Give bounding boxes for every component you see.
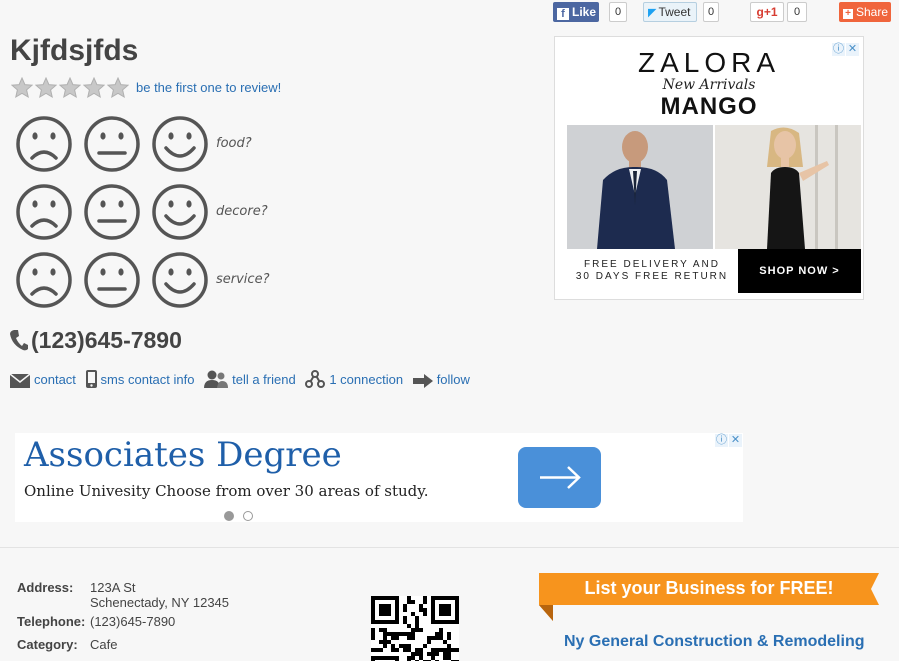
- ad-choices[interactable]: ⓘ ✕: [714, 434, 742, 447]
- gplus-count: 0: [787, 2, 807, 22]
- arrow-right-icon: [540, 466, 581, 489]
- qr-code: [371, 596, 459, 661]
- share-button[interactable]: + Share: [839, 2, 891, 22]
- tweet-count: 0: [703, 2, 719, 22]
- ad-delivery-text: FREE DELIVERY AND 30 DAYS FREE RETURN: [575, 259, 729, 282]
- address-line1: 123A St: [90, 580, 136, 595]
- action-links: contact sms contact info tell a friend 1…: [9, 370, 476, 388]
- envelope-icon: [9, 373, 31, 388]
- like-count: 0: [609, 2, 627, 22]
- ad-photo-woman: [715, 125, 861, 249]
- ad-brand: ZALORA: [637, 47, 781, 78]
- sad-face-icon[interactable]: [14, 114, 74, 174]
- follow-link[interactable]: follow: [412, 372, 470, 388]
- carousel-dot[interactable]: [224, 511, 234, 521]
- twitter-bird-icon: ◤: [648, 7, 657, 19]
- sad-face-icon[interactable]: [14, 250, 74, 310]
- tweet-button[interactable]: ◤ Tweet: [643, 2, 697, 22]
- contact-link[interactable]: contact: [9, 372, 76, 388]
- rating-row: service?: [14, 250, 314, 310]
- star-rating[interactable]: [11, 77, 131, 99]
- rating-row: food?: [14, 114, 314, 174]
- people-icon: [204, 370, 229, 388]
- neutral-face-icon[interactable]: [82, 114, 142, 174]
- happy-face-icon[interactable]: [150, 182, 210, 242]
- star-icon[interactable]: [59, 77, 81, 99]
- facebook-icon: f: [557, 8, 569, 20]
- business-name: Kjfdsjfds: [10, 34, 139, 67]
- carousel-dots: [224, 508, 262, 526]
- list-business-ribbon[interactable]: List your Business for FREE!: [539, 573, 879, 621]
- address-city-link[interactable]: Schenectady, NY 12345: [90, 595, 229, 610]
- ad-info-icon[interactable]: ⓘ: [715, 434, 728, 447]
- star-icon[interactable]: [11, 77, 33, 99]
- ad-subtitle: New Arrivals: [662, 77, 756, 93]
- google-plus-button[interactable]: g+1: [750, 2, 784, 22]
- happy-face-icon[interactable]: [150, 114, 210, 174]
- phone-number: (123)645-7890: [9, 327, 182, 354]
- plus-icon: +: [843, 9, 853, 19]
- connection-link[interactable]: 1 connection: [305, 370, 403, 388]
- happy-face-icon[interactable]: [150, 250, 210, 310]
- ad-description: Online Univesity Choose from over 30 are…: [24, 482, 429, 500]
- network-icon: [305, 370, 326, 388]
- neutral-face-icon[interactable]: [82, 182, 142, 242]
- ad-photo-man: [567, 125, 713, 249]
- star-icon[interactable]: [83, 77, 105, 99]
- ad-partner-brand: MANGO: [660, 93, 758, 120]
- sad-face-icon[interactable]: [14, 182, 74, 242]
- associates-degree-ad[interactable]: ⓘ ✕ Associates Degree Online Univesity Ch…: [15, 433, 743, 522]
- arrow-right-icon: [412, 374, 433, 388]
- star-icon[interactable]: [107, 77, 129, 99]
- telephone-label: Telephone:: [17, 614, 86, 629]
- ad-title: Associates Degree: [24, 435, 342, 475]
- section-divider: [0, 547, 899, 548]
- zalora-ad[interactable]: ⓘ ✕ ZALORA New Arrivals MANGO FREE DELIVE…: [554, 36, 864, 300]
- star-icon[interactable]: [35, 77, 57, 99]
- listing-link[interactable]: Ny General Construction & Remodeling: [564, 633, 864, 651]
- ad-arrow-button[interactable]: [518, 447, 601, 508]
- address-label: Address:: [17, 580, 74, 595]
- phone-icon: [10, 330, 28, 351]
- facebook-like-button[interactable]: f Like: [553, 2, 599, 22]
- sms-contact-link[interactable]: sms contact info: [85, 370, 194, 388]
- category-link[interactable]: Cafe: [90, 637, 117, 652]
- mobile-phone-icon: [85, 370, 97, 388]
- rating-row-label: food?: [216, 136, 252, 151]
- shop-now-button[interactable]: SHOP NOW >: [738, 249, 861, 293]
- telephone-value: (123)645-7890: [90, 614, 176, 629]
- category-label: Category:: [17, 637, 78, 652]
- tell-a-friend-link[interactable]: tell a friend: [204, 370, 296, 388]
- rating-row: decore?: [14, 182, 314, 242]
- neutral-face-icon[interactable]: [82, 250, 142, 310]
- first-review-link[interactable]: be the first one to review!: [136, 80, 281, 95]
- ad-close-icon[interactable]: ✕: [729, 434, 742, 447]
- rating-row-label: decore?: [216, 204, 268, 219]
- rating-row-label: service?: [216, 272, 270, 287]
- carousel-dot[interactable]: [243, 511, 253, 521]
